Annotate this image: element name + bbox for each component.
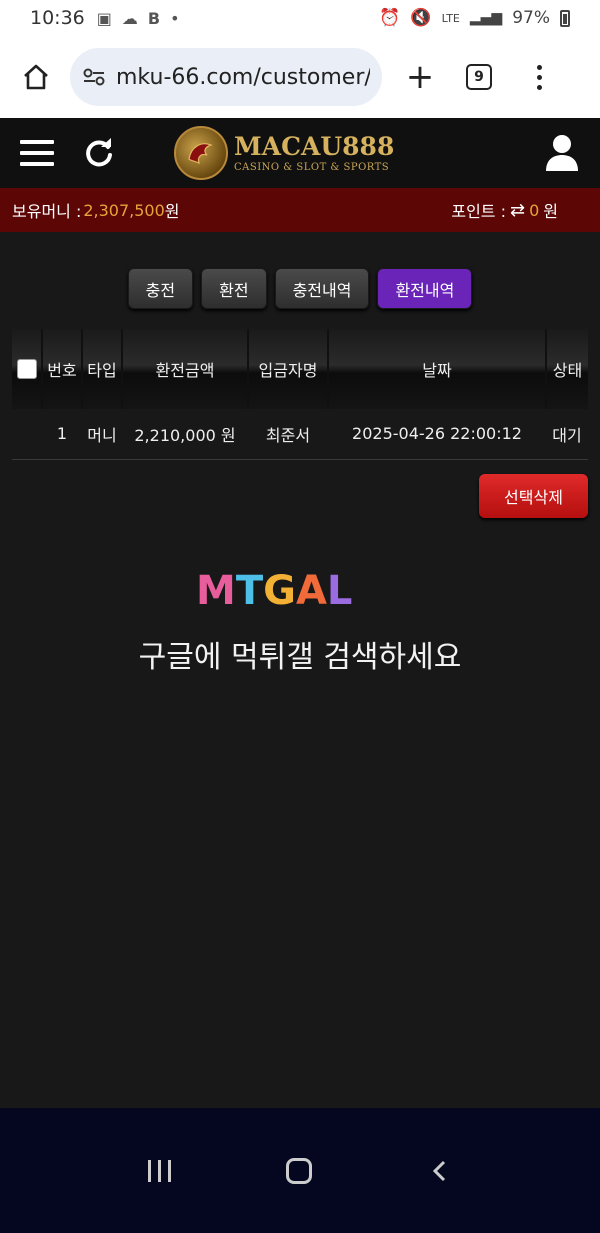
cell-no: 1 — [56, 424, 68, 444]
select-all-cell — [12, 329, 43, 409]
browser-toolbar: mku-66.com/customer/ + 9 — [0, 36, 600, 118]
watermark-letter: T — [235, 568, 264, 614]
tab-deposit[interactable]: 충전 — [127, 268, 194, 309]
points-value: 0 — [529, 200, 540, 220]
tab-switcher-button[interactable]: 9 — [466, 64, 492, 90]
cell-type: 머니 — [87, 425, 117, 445]
status-bar: 10:36 ▣ ☁ B • ⏰ 🔇 LTE ▂▄▆ 97% — [0, 0, 600, 36]
swap-icon[interactable]: ⇄ — [510, 200, 525, 221]
header-amount: 환전금액 — [122, 329, 249, 409]
new-tab-button[interactable]: + — [404, 60, 436, 94]
header-no: 번호 — [42, 329, 83, 409]
watermark-letter: M — [196, 568, 236, 614]
status-right: ⏰ 🔇 LTE ▂▄▆ 97% — [379, 8, 570, 28]
delete-selected-button[interactable]: 선택삭제 — [479, 474, 588, 518]
battery-percent: 97% — [512, 8, 550, 28]
recents-icon[interactable] — [147, 1159, 171, 1182]
browser-menu-button[interactable] — [534, 64, 544, 90]
money-bar: 보유머니 : 2,307,500 원 포인트 : ⇄ 0 원 — [0, 188, 600, 232]
logo-title: MACAU888 — [234, 131, 395, 161]
dragon-emblem-icon — [174, 126, 228, 180]
logo-subtitle: CASINO & SLOT & SPORTS — [234, 161, 390, 173]
app-b-notification-icon: B — [147, 8, 161, 28]
user-icon[interactable] — [544, 133, 580, 173]
cell-amount: 2,210,000 원 — [134, 425, 236, 445]
menu-dot-icon — [536, 64, 542, 70]
cell-status: 대기 — [552, 425, 582, 445]
tab-withdraw[interactable]: 환전 — [201, 268, 267, 309]
menu-dot-icon — [536, 84, 542, 90]
home-button[interactable] — [16, 57, 56, 97]
table-row[interactable]: 1 머니 2,210,000 원 최준서 2025-04-26 22:00:12… — [12, 409, 588, 459]
watermark-letter: A — [295, 568, 327, 614]
battery-icon — [560, 9, 570, 27]
more-notifications-dot-icon: • — [170, 8, 180, 28]
watermark-letter: L — [326, 568, 353, 614]
cloud-notification-icon: ☁ — [121, 8, 138, 28]
home-nav-icon[interactable] — [286, 1157, 313, 1184]
points-display: 포인트 : ⇄ 0 원 — [451, 198, 558, 222]
header-depositor: 입금자명 — [248, 329, 329, 409]
back-icon[interactable] — [428, 1159, 452, 1183]
alarm-icon: ⏰ — [379, 8, 401, 28]
site-settings-icon[interactable] — [82, 67, 106, 87]
withdraw-history-table: 번호 타입 환전금액 입금자명 날짜 상태 1 머니 2,210,000 원 최… — [12, 329, 588, 460]
watermark-logo: M T G A L — [196, 568, 352, 614]
url-text[interactable]: mku-66.com/customer/ — [116, 65, 370, 90]
site-header: MACAU888 CASINO & SLOT & SPORTS — [0, 118, 600, 188]
header-status: 상태 — [546, 329, 588, 409]
points-label: 포인트 : — [451, 202, 506, 221]
mute-icon: 🔇 — [410, 8, 432, 28]
signal-icon: ▂▄▆ — [469, 10, 503, 26]
table-header-row: 번호 타입 환전금액 입금자명 날짜 상태 — [12, 329, 588, 409]
menu-dot-icon — [536, 74, 542, 80]
transaction-tabs: 충전 환전 충전내역 환전내역 — [0, 268, 600, 309]
network-type: LTE — [441, 11, 460, 25]
select-all-checkbox[interactable] — [16, 359, 37, 380]
header-type: 타입 — [82, 329, 123, 409]
balance-value: 2,307,500 — [83, 200, 165, 220]
image-notification-icon: ▣ — [96, 8, 112, 28]
row-select-cell — [12, 409, 42, 459]
tab-deposit-history[interactable]: 충전내역 — [274, 268, 370, 309]
header-date: 날짜 — [328, 329, 547, 409]
refresh-icon[interactable] — [84, 138, 114, 168]
site-logo[interactable]: MACAU888 CASINO & SLOT & SPORTS — [174, 126, 394, 180]
url-bar[interactable]: mku-66.com/customer/ — [70, 48, 382, 106]
notification-icons: ▣ ☁ B • — [97, 9, 180, 28]
watermark-text: 구글에 먹튀갤 검색하세요 — [138, 640, 462, 675]
balance-label: 보유머니 : — [12, 202, 82, 221]
hamburger-menu-icon[interactable] — [20, 140, 54, 166]
points-unit: 원 — [543, 202, 558, 221]
home-icon — [24, 64, 48, 90]
status-time: 10:36 — [30, 7, 85, 29]
cell-depositor: 최준서 — [265, 425, 311, 445]
balance-unit: 원 — [164, 202, 180, 221]
watermark-letter: G — [263, 568, 296, 614]
tab-withdraw-history[interactable]: 환전내역 — [377, 268, 473, 309]
android-nav-bar — [0, 1108, 600, 1233]
cell-date: 2025-04-26 22:00:12 — [352, 424, 522, 444]
